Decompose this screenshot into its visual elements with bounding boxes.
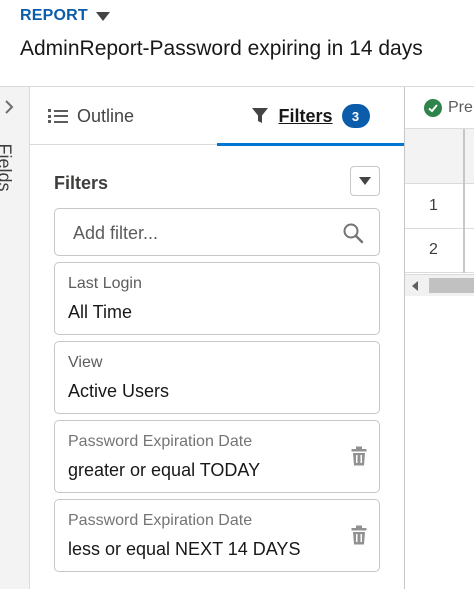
report-type-menu[interactable]: REPORT [20, 7, 110, 25]
chevron-down-icon [359, 177, 371, 185]
preview-tab-label: Pre [448, 98, 473, 116]
row-number: 2 [429, 241, 438, 258]
column-divider [463, 185, 465, 229]
search-icon[interactable] [342, 222, 364, 249]
tab-outline[interactable]: Outline [48, 87, 134, 145]
column-divider [463, 229, 465, 273]
scroll-left-icon[interactable] [412, 281, 418, 291]
panel-tabs: Outline Filters 3 [30, 87, 404, 146]
filters-heading: Filters [54, 173, 109, 193]
preview-tab[interactable]: Pre [405, 87, 474, 128]
filter-item-value: All Time [68, 302, 133, 322]
filter-item-label: Password Expiration Date [68, 512, 253, 529]
tab-filters-label: Filters [278, 105, 333, 126]
report-preview: Pre 1 2 [404, 87, 474, 589]
filter-item-password-expiration-min[interactable]: Password Expiration Date greater or equa… [54, 420, 380, 493]
filter-item-password-expiration-max[interactable]: Password Expiration Date less or equal N… [54, 499, 380, 572]
delete-filter-icon[interactable] [351, 446, 367, 471]
row-number: 1 [429, 197, 438, 214]
table-row: 1 [405, 185, 474, 229]
filters-menu-button[interactable] [350, 166, 380, 196]
filter-item-label: View [68, 354, 103, 371]
delete-filter-icon[interactable] [351, 525, 367, 550]
fields-label: Fields [0, 143, 15, 192]
filter-item-last-login[interactable]: Last Login All Time [54, 262, 380, 335]
filter-item-label: Last Login [68, 275, 142, 292]
report-type-label: REPORT [20, 7, 88, 24]
report-header: REPORT AdminReport-Password expiring in … [0, 0, 474, 86]
filter-count-badge: 3 [341, 104, 370, 128]
filter-item-value: less or equal NEXT 14 DAYS [68, 539, 301, 559]
funnel-icon [251, 107, 269, 125]
scrollbar-thumb[interactable] [429, 278, 474, 293]
chevron-right-icon [3, 99, 15, 120]
list-icon [48, 109, 68, 123]
caret-down-icon [95, 12, 110, 21]
filters-panel: Outline Filters 3 Filters Last Login All… [30, 87, 404, 589]
table-row: 2 [405, 229, 474, 273]
report-title: AdminReport-Password expiring in 14 days [20, 37, 423, 60]
fields-panel-toggle[interactable]: Fields [0, 87, 30, 589]
tab-outline-label: Outline [77, 105, 135, 126]
add-filter-search [54, 208, 380, 256]
check-circle-icon [424, 98, 442, 117]
filter-item-view[interactable]: View Active Users [54, 341, 380, 414]
tab-filters[interactable]: Filters 3 [217, 87, 404, 146]
filter-item-value: Active Users [68, 381, 170, 401]
column-resize-handle[interactable] [463, 129, 465, 185]
filter-item-value: greater or equal TODAY [68, 460, 261, 480]
horizontal-scrollbar[interactable] [405, 274, 474, 296]
grid-header [405, 128, 474, 185]
add-filter-input[interactable] [73, 219, 333, 247]
filter-item-label: Password Expiration Date [68, 433, 253, 450]
